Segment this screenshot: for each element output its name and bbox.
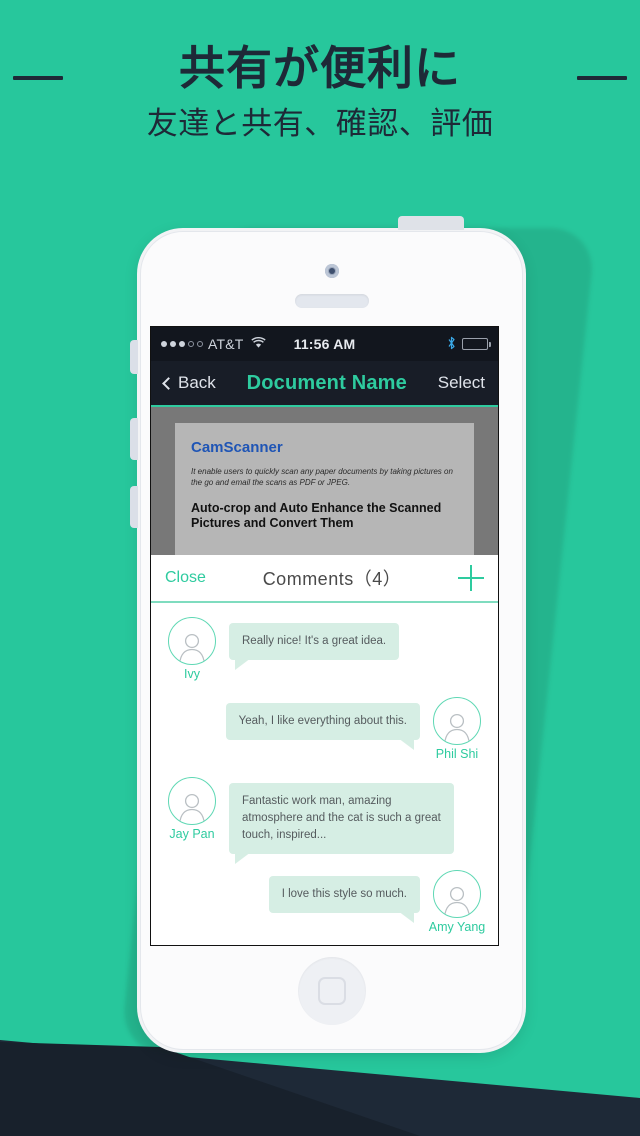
comments-header: Close Comments（4） [151,555,498,603]
comment-bubble-wrap: Fantastic work man, amazing atmosphere a… [229,783,454,864]
page-subtitle: 友達と共有、確認、評価 [146,106,494,141]
bubble-tail [235,658,251,670]
comment-author-block: Jay Pan [163,777,221,841]
comment-bubble-wrap: I love this style so much. [268,876,420,923]
comment-item[interactable]: Phil Shi Yeah, I like everything about t… [151,697,498,761]
comment-bubble-wrap: Really nice! It's a great idea. [229,623,400,670]
speaker-grille-icon [294,294,369,308]
camera-icon [324,264,339,278]
comment-author-block: Phil Shi [428,697,486,761]
comment-author-block: Ivy [163,617,221,681]
comment-author-name: Phil Shi [435,747,479,761]
clock-label: 11:56 AM [293,336,356,352]
power-button-icon[interactable] [398,216,464,230]
document-preview-area[interactable]: CamScanner It enable users to quickly sc… [151,407,498,555]
back-button[interactable]: Back [162,373,216,393]
avatar [168,617,216,665]
promo-text-block: 共有が便利に 友達と共有、確認、評価 [0,38,640,150]
comment-item[interactable]: Amy Yang I love this style so much. [151,870,498,934]
avatar [433,697,481,745]
chevron-left-icon [162,376,175,390]
document-brand-label: CamScanner [191,439,283,456]
status-bar: AT&T 11:56 AM [151,327,498,361]
home-button-icon[interactable] [297,957,366,1025]
volume-down-button-icon[interactable] [130,486,138,528]
avatar [168,777,216,825]
comment-author-name: Jay Pan [169,827,215,841]
phone-device: AT&T 11:56 AM Back Document Name Select … [130,216,526,1053]
status-bar-right [447,336,491,353]
page-title: 共有が便利に [179,42,461,94]
comments-panel: Close Comments（4） Ivy Really nice! It's … [151,555,498,945]
bubble-tail [398,911,414,923]
comment-text: Really nice! It's a great idea. [229,623,400,660]
silent-switch-icon[interactable] [130,340,138,374]
plus-icon[interactable] [458,565,484,591]
comments-list[interactable]: Ivy Really nice! It's a great idea. Phil… [151,603,498,945]
comment-author-name: Amy Yang [428,920,486,934]
document-description: It enable users to quickly scan any pape… [191,467,453,487]
home-button-square [317,977,346,1005]
camera-lens-dot [328,268,335,274]
close-button[interactable]: Close [165,569,206,587]
bubble-tail [235,852,251,864]
bluetooth-icon [447,336,456,353]
comment-bubble-wrap: Yeah, I like everything about this. [225,703,420,750]
comment-item[interactable]: Ivy Really nice! It's a great idea. [151,617,498,681]
phone-screen: AT&T 11:56 AM Back Document Name Select … [150,326,499,946]
select-button[interactable]: Select [438,373,485,393]
document-page: CamScanner It enable users to quickly sc… [175,423,474,555]
comments-title: Comments（4） [262,569,402,589]
comment-author-name: Ivy [184,667,200,681]
document-title: Document Name [246,371,407,394]
comment-author-block: Amy Yang [428,870,486,934]
volume-up-button-icon[interactable] [130,418,138,460]
battery-icon [462,338,491,350]
avatar [433,870,481,918]
bubble-tail [398,738,414,750]
comment-item[interactable]: Jay Pan Fantastic work man, amazing atmo… [151,777,498,864]
navigation-bar: Back Document Name Select [151,361,498,407]
document-heading: Auto-crop and Auto Enhance the Scanned P… [191,501,442,530]
back-button-label: Back [178,373,216,392]
comment-text: I love this style so much. [268,876,420,913]
comment-text: Fantastic work man, amazing atmosphere a… [229,783,454,854]
comment-text: Yeah, I like everything about this. [225,703,420,740]
